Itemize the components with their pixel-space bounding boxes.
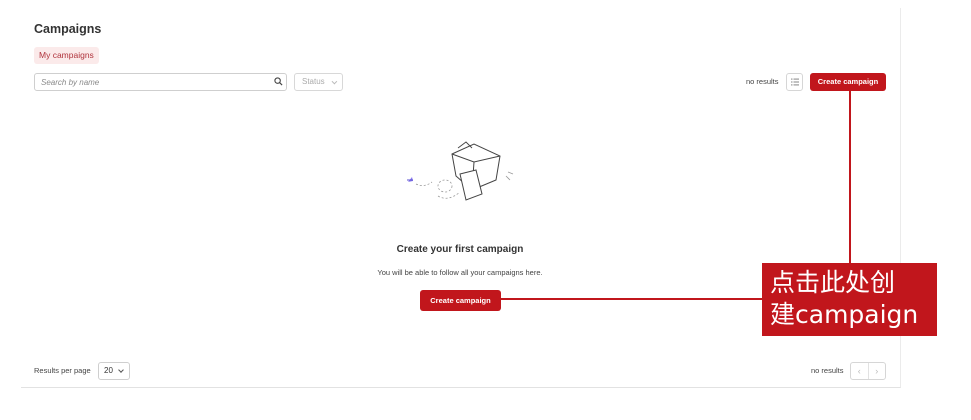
status-filter[interactable]: Status [294,73,343,91]
results-per-page-value: 20 [104,366,113,375]
annotation-line-horizontal [501,298,763,300]
empty-state-title: Create your first campaign [396,244,524,255]
list-view-button[interactable] [786,73,803,91]
next-page-button[interactable]: › [867,363,886,379]
prev-page-button[interactable]: ‹ [851,363,868,379]
results-per-page-label: Results per page [34,366,91,375]
create-campaign-button[interactable]: Create campaign [810,73,886,91]
annotation-line-2: 建campaign [770,300,919,329]
annotation-callout: 点击此处创 建campaign [762,263,937,336]
search-icon[interactable] [274,77,283,86]
search-input[interactable] [34,73,287,91]
results-per-page-select[interactable]: 20 [98,362,130,380]
page-title: Campaigns [34,22,102,36]
annotation-line-vertical [849,91,851,264]
empty-state-illustration [407,141,514,201]
tab-my-campaigns[interactable]: My campaigns [34,47,99,64]
status-filter-label: Status [302,77,325,86]
pagination-count: no results [811,366,844,375]
chevron-down-icon [331,78,338,85]
pagination: ‹ › [850,362,886,380]
create-first-campaign-button[interactable]: Create campaign [420,290,501,311]
list-icon [791,78,799,86]
chevron-down-icon [118,367,124,373]
results-count: no results [746,77,779,86]
annotation-line-1: 点击此处创 [770,268,896,297]
